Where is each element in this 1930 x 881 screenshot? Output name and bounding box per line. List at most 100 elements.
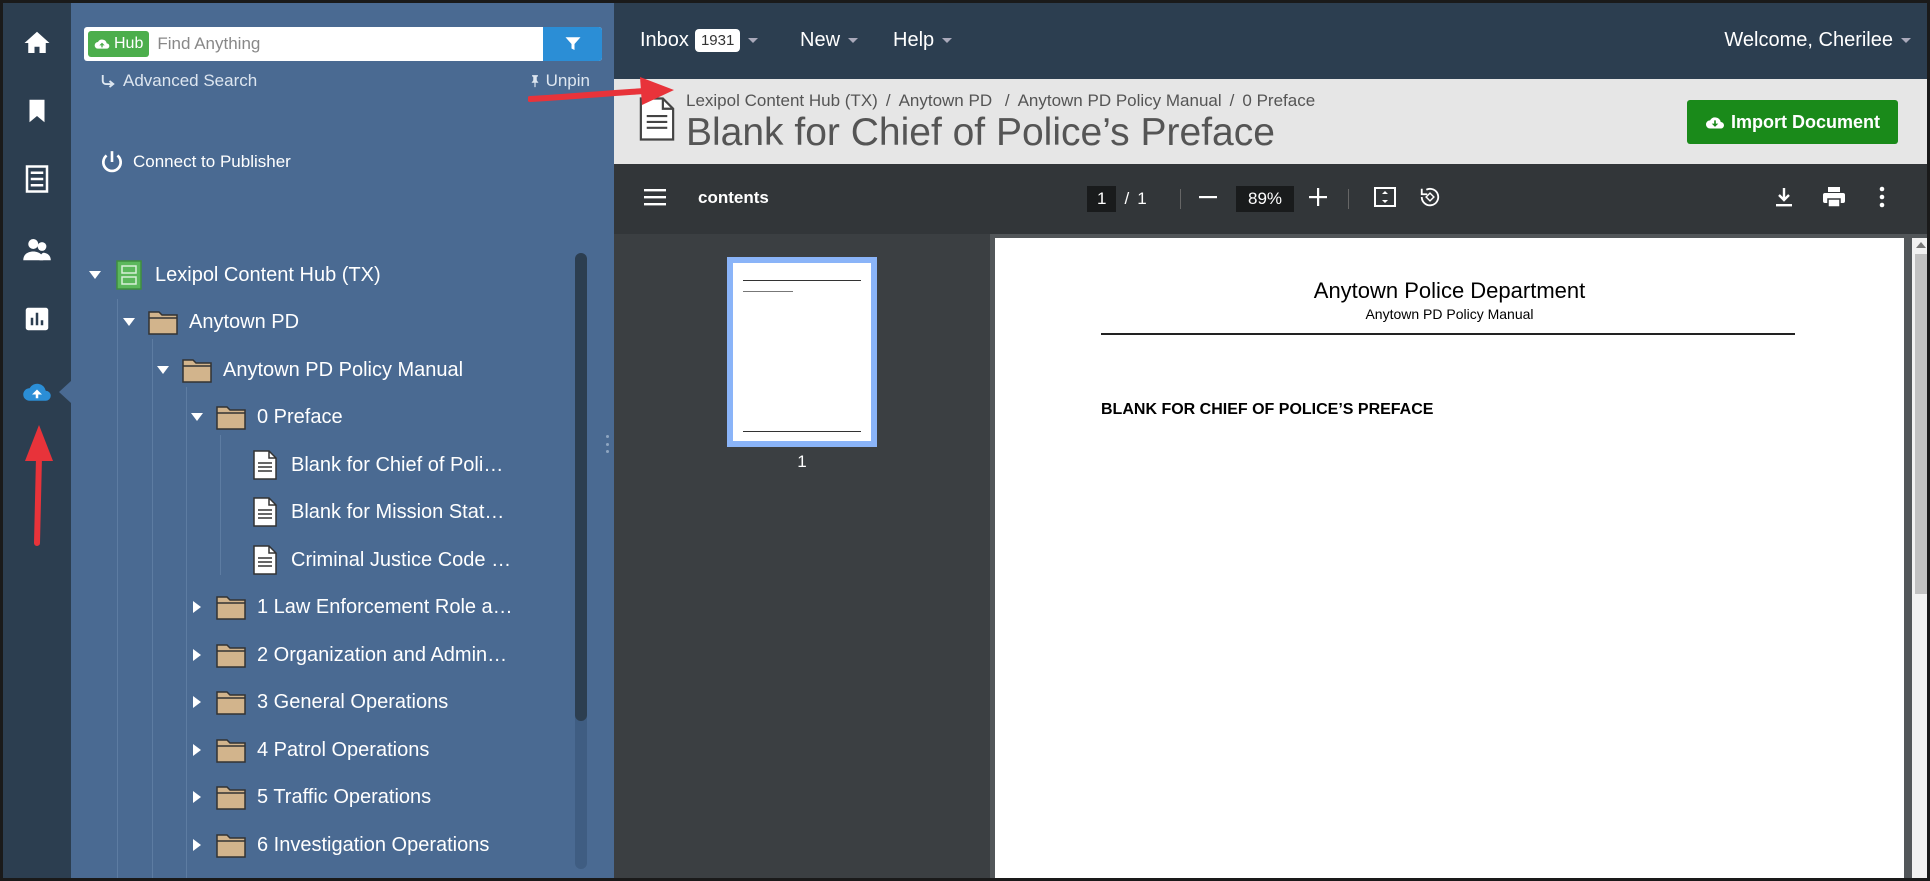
- inbox-menu[interactable]: Inbox 1931: [640, 29, 759, 52]
- folder-icon: [181, 355, 213, 385]
- tree-node-doc-criminal-justice[interactable]: Criminal Justice Code …: [221, 540, 511, 580]
- caret-down-icon[interactable]: [85, 271, 105, 279]
- import-document-button[interactable]: Import Document: [1687, 100, 1898, 144]
- zoom-in-button[interactable]: [1309, 188, 1327, 206]
- folder-icon: [147, 307, 179, 337]
- tree-node-label: Anytown PD Policy Manual: [223, 358, 464, 381]
- filter-button[interactable]: [543, 27, 602, 61]
- fit-page-button[interactable]: [1374, 187, 1396, 207]
- breadcrumb-item[interactable]: Anytown PD Policy Manual: [1018, 91, 1222, 111]
- total-pages: 1: [1137, 189, 1147, 208]
- rotate-icon: [1420, 187, 1440, 207]
- page-department: Anytown Police Department: [1313, 278, 1586, 303]
- folder-icon: [215, 402, 247, 432]
- search-input[interactable]: [149, 29, 543, 59]
- caret-down-icon[interactable]: [187, 413, 207, 421]
- thumbnail-page: [733, 263, 871, 441]
- pdf-page: Anytown Police Department Anytown PD Pol…: [995, 238, 1904, 878]
- caret-right-icon[interactable]: [187, 839, 207, 851]
- tree-node-traffic-ops[interactable]: 5 Traffic Operations: [187, 777, 431, 817]
- breadcrumb-item[interactable]: 0 Preface: [1242, 91, 1315, 111]
- breadcrumb-separator: /: [1229, 91, 1235, 110]
- rail-home[interactable]: [3, 15, 71, 71]
- home-icon: [24, 31, 50, 53]
- more-options-button[interactable]: [1879, 186, 1885, 208]
- caret-right-icon[interactable]: [187, 791, 207, 803]
- page-header: Anytown Police Department Anytown PD Pol…: [995, 278, 1904, 322]
- tree-node-anytown-pd[interactable]: Anytown PD: [119, 302, 299, 342]
- annotation-arrow-right: [528, 77, 674, 105]
- tree-node-law-enforcement[interactable]: 1 Law Enforcement Role a…: [187, 587, 513, 627]
- connect-to-publisher-link[interactable]: Connect to Publisher: [99, 149, 291, 175]
- rail-users[interactable]: [3, 221, 71, 277]
- welcome-label: Welcome, Cherilee: [1724, 29, 1893, 51]
- user-menu[interactable]: Welcome, Cherilee: [1724, 29, 1911, 52]
- pdf-scrollbar[interactable]: [1912, 238, 1927, 878]
- pdf-toolbar: contents 1 / 1 89%: [614, 164, 1927, 234]
- advanced-search-link[interactable]: Advanced Search: [99, 71, 257, 91]
- page-thumbnail[interactable]: [727, 257, 877, 447]
- hub-scope-badge[interactable]: Hub: [88, 31, 150, 57]
- chevron-down-icon: [848, 38, 859, 43]
- tree-node-lexipol-hub[interactable]: Lexipol Content Hub (TX): [85, 255, 381, 295]
- sidebar-toggle-button[interactable]: [644, 188, 666, 206]
- tree-node-patrol-ops[interactable]: 4 Patrol Operations: [187, 730, 429, 770]
- active-indicator: [59, 381, 71, 403]
- search-bar: Hub: [84, 27, 602, 61]
- caret-down-icon[interactable]: [119, 318, 139, 326]
- minus-icon: [1199, 196, 1217, 199]
- help-menu[interactable]: Help: [893, 29, 953, 52]
- tree-node-preface[interactable]: 0 Preface: [187, 397, 343, 437]
- tree-scrollbar[interactable]: [575, 253, 587, 869]
- tree-node-label: 2 Organization and Admin…: [257, 643, 508, 666]
- thumbnail-pane: 1: [614, 234, 990, 878]
- tree-node-policy-manual[interactable]: Anytown PD Policy Manual: [153, 350, 463, 390]
- breadcrumb-item[interactable]: Lexipol Content Hub (TX): [686, 91, 878, 111]
- help-label: Help: [893, 29, 935, 51]
- inbox-label: Inbox: [640, 29, 689, 51]
- cabinet-icon: [113, 260, 145, 290]
- page-number-input[interactable]: 1: [1087, 186, 1117, 212]
- tree-node-investigation-ops[interactable]: 6 Investigation Operations: [187, 825, 489, 865]
- folder-icon: [215, 592, 247, 622]
- cabinet-icon: [25, 165, 49, 193]
- print-button[interactable]: [1822, 186, 1846, 208]
- rail-cabinet[interactable]: [3, 151, 71, 207]
- breadcrumb-item[interactable]: Anytown PD: [899, 91, 993, 111]
- tree-node-doc-mission[interactable]: Blank for Mission Stat…: [221, 492, 504, 532]
- cloud-upload-icon: [94, 39, 110, 49]
- pdf-scroll-thumb[interactable]: [1915, 254, 1927, 594]
- rail-bookmarks[interactable]: [3, 83, 71, 139]
- chart-icon: [25, 307, 49, 331]
- panel-resize-handle[interactable]: [604, 435, 610, 453]
- caret-right-icon[interactable]: [187, 601, 207, 613]
- caret-right-icon[interactable]: [187, 649, 207, 661]
- tree-node-label: 3 General Operations: [257, 690, 449, 713]
- annotation-arrow-up: [25, 425, 53, 546]
- rotate-button[interactable]: [1419, 186, 1441, 208]
- thumbnail-page-number: 1: [797, 452, 807, 471]
- chevron-down-icon: [942, 38, 953, 43]
- new-menu[interactable]: New: [800, 29, 859, 52]
- caret-down-icon[interactable]: [153, 366, 173, 374]
- download-button[interactable]: [1774, 186, 1794, 208]
- caret-right-icon[interactable]: [187, 744, 207, 756]
- tree-node-label: Lexipol Content Hub (TX): [155, 263, 381, 286]
- folder-icon: [215, 830, 247, 860]
- tree-node-organization[interactable]: 2 Organization and Admin…: [187, 635, 507, 675]
- zoom-level[interactable]: 89%: [1236, 186, 1295, 212]
- document-header: Lexipol Content Hub (TX) / Anytown PD / …: [614, 79, 1927, 164]
- tree-node-general-ops[interactable]: 3 General Operations: [187, 682, 448, 722]
- inbox-count-badge: 1931: [694, 29, 741, 52]
- tree-node-doc-chief-preface[interactable]: Blank for Chief of Poli…: [221, 445, 503, 485]
- rail-reports[interactable]: [3, 291, 71, 347]
- tree-node-label: Anytown PD: [189, 310, 300, 333]
- folder-icon: [215, 782, 247, 812]
- cloud-upload-icon: [23, 383, 51, 401]
- caret-right-icon[interactable]: [187, 696, 207, 708]
- zoom-out-button[interactable]: [1199, 188, 1217, 206]
- tree-scroll-thumb[interactable]: [575, 253, 587, 721]
- users-icon: [23, 239, 51, 261]
- cloud-download-icon: [1705, 117, 1724, 129]
- zoom-input[interactable]: 89%: [1236, 186, 1295, 212]
